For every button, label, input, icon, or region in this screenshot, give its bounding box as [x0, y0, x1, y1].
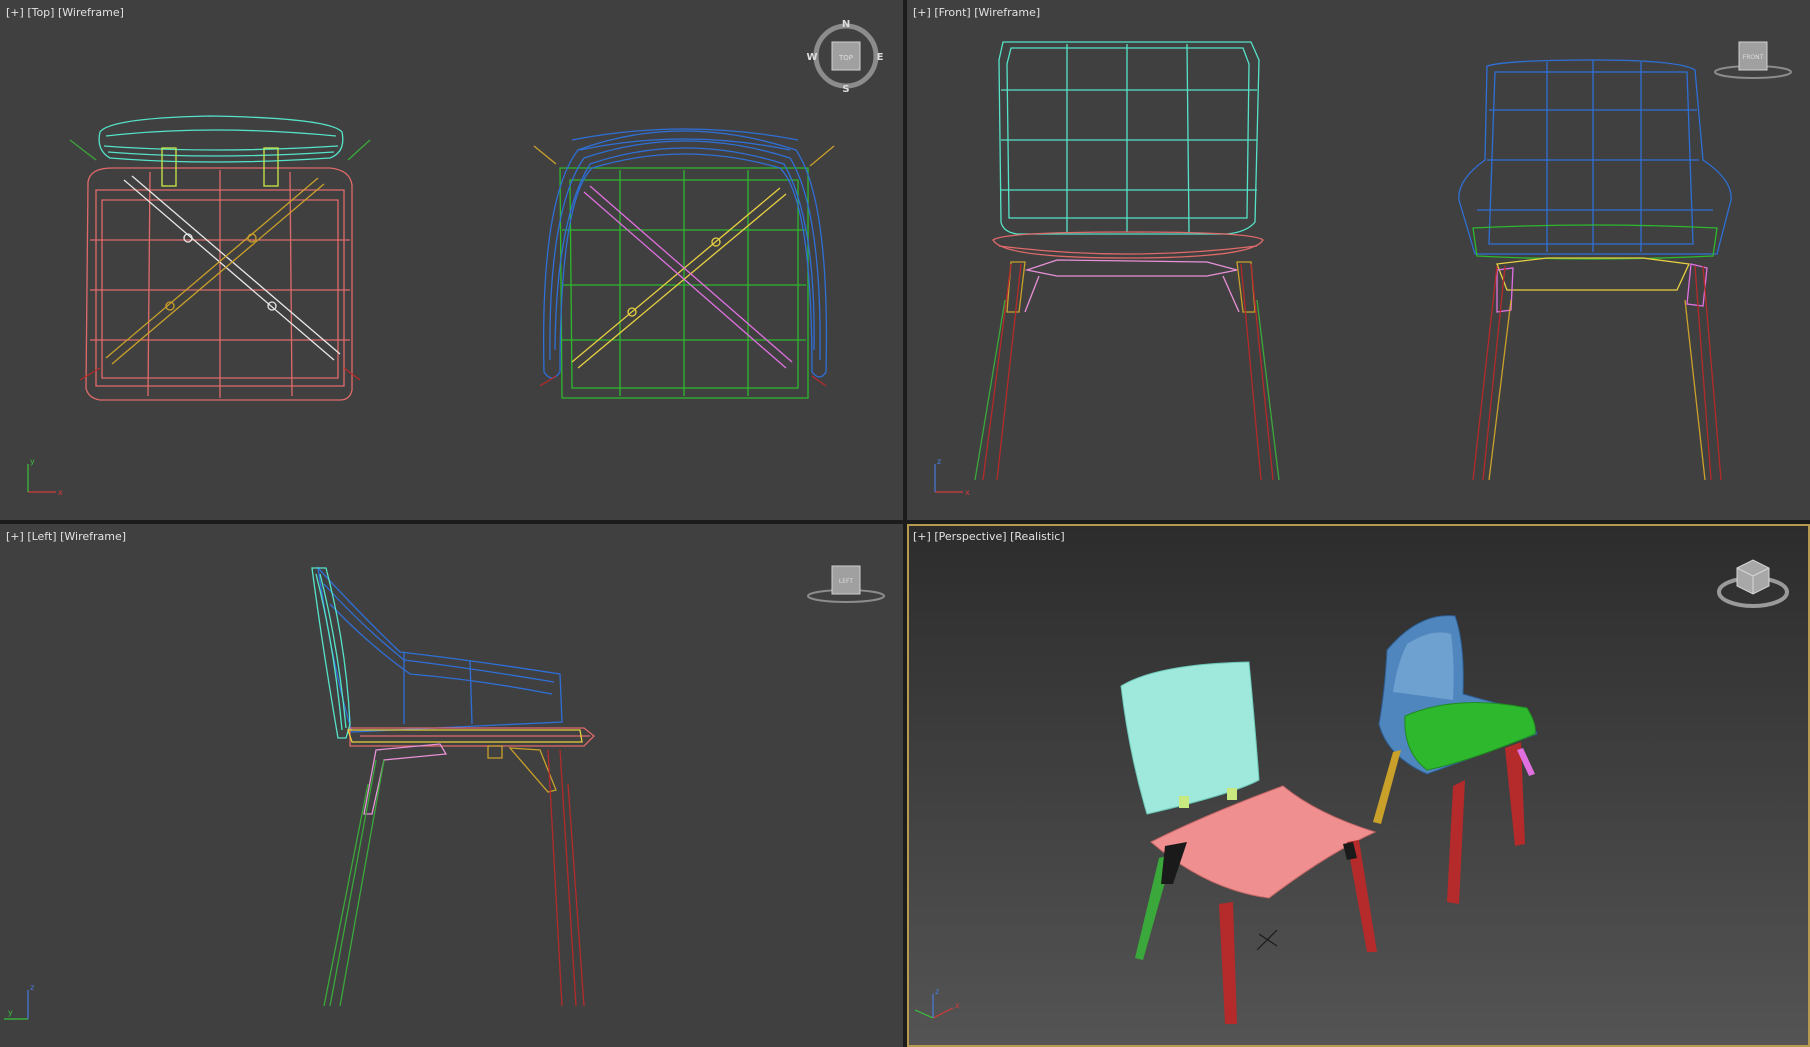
- render-chair: [1120, 661, 1377, 1024]
- viewport-perspective[interactable]: x z [+] [Perspective] [Realistic]: [907, 524, 1810, 1047]
- left-wireframe-canvas: LEFT y z: [4, 565, 885, 1020]
- viewport-view-menu[interactable]: [Front]: [934, 6, 970, 19]
- pivot-gizmo: [1256, 929, 1278, 951]
- top-chair1-seat: [85, 167, 353, 401]
- viewport-menu-plus[interactable]: [+]: [6, 530, 24, 543]
- compass-south[interactable]: S: [842, 84, 849, 95]
- viewcube-front-face[interactable]: FRONT: [1743, 54, 1764, 61]
- viewport-label-left: [+] [Left] [Wireframe]: [6, 530, 126, 543]
- viewport-label-front: [+] [Front] [Wireframe]: [913, 6, 1040, 19]
- axis-tripod-front: [934, 464, 963, 493]
- viewport-view-menu[interactable]: [Left]: [27, 530, 56, 543]
- axis-y-label: y: [30, 457, 35, 466]
- front-chair2: [1458, 59, 1732, 481]
- top-wireframe-canvas: TOP N S E W x y: [27, 19, 884, 497]
- axis-x-label: x: [955, 1001, 960, 1010]
- compass-north[interactable]: N: [842, 19, 850, 30]
- viewport-view-menu[interactable]: [Perspective]: [934, 530, 1006, 543]
- viewport-top[interactable]: TOP N S E W x y [+] [Top] [Wireframe]: [0, 0, 903, 520]
- front-wireframe-canvas: FRONT x z: [934, 41, 1792, 497]
- top-chair1-backrest: [98, 115, 344, 163]
- axis-z-label: z: [937, 457, 941, 466]
- viewcube-left-face[interactable]: LEFT: [839, 578, 853, 585]
- viewport-left[interactable]: LEFT y z [+] [Left] [Wireframe]: [0, 524, 903, 1047]
- viewport-label-top: [+] [Top] [Wireframe]: [6, 6, 124, 19]
- viewport-menu-plus[interactable]: [+]: [6, 6, 24, 19]
- compass-west[interactable]: W: [806, 52, 817, 63]
- viewport-label-perspective: [+] [Perspective] [Realistic]: [913, 530, 1065, 543]
- viewport-shading-menu[interactable]: [Wireframe]: [974, 6, 1040, 19]
- front-chair1: [974, 41, 1280, 481]
- axis-z-label: z: [935, 987, 939, 996]
- viewcube-perspective[interactable]: [1717, 559, 1789, 608]
- top-chair2-armchair: [533, 128, 835, 399]
- left-chairs-overlap: [311, 565, 595, 1007]
- axis-x-label: x: [58, 488, 63, 497]
- perspective-render-canvas: x z: [914, 559, 1789, 1024]
- viewport-menu-plus[interactable]: [+]: [913, 530, 931, 543]
- viewport-menu-plus[interactable]: [+]: [913, 6, 931, 19]
- axis-tripod-perspective: [914, 994, 954, 1019]
- viewport-shading-menu[interactable]: [Wireframe]: [58, 6, 124, 19]
- axis-z-label: z: [30, 983, 34, 992]
- viewport-shading-menu[interactable]: [Realistic]: [1010, 530, 1065, 543]
- compass-east[interactable]: E: [877, 52, 884, 63]
- render-armchair: [1373, 615, 1538, 904]
- viewcube-top-face[interactable]: TOP: [838, 54, 853, 62]
- axis-y-label: y: [8, 1008, 13, 1017]
- viewport-front[interactable]: FRONT x z [+] [Front] [Wireframe]: [907, 0, 1810, 520]
- axis-x-label: x: [965, 488, 970, 497]
- axis-tripod-top: [27, 464, 56, 493]
- viewport-view-menu[interactable]: [Top]: [27, 6, 54, 19]
- viewport-shading-menu[interactable]: [Wireframe]: [60, 530, 126, 543]
